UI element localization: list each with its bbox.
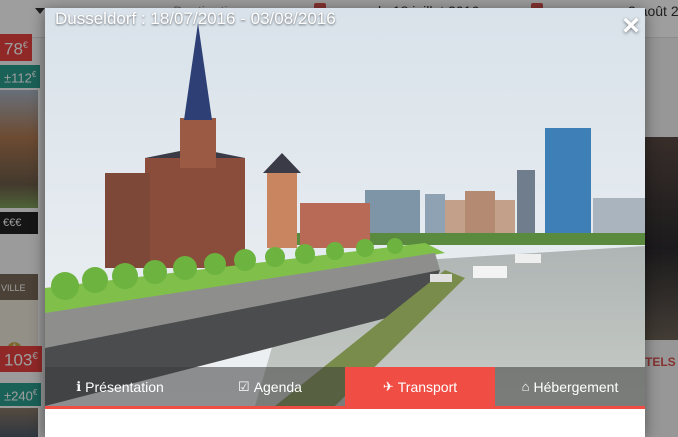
info-icon: ℹ xyxy=(76,378,82,394)
tab-label: Transport xyxy=(397,378,458,395)
tab-label: Agenda xyxy=(253,378,302,395)
calendar-check-icon: ☑ xyxy=(238,378,250,394)
city-panorama-photo: Dusseldorf : 18/07/2016 - 03/08/2016 × ℹ… xyxy=(45,8,645,406)
tab-label: Présentation xyxy=(85,378,164,395)
home-icon: ⌂ xyxy=(521,379,530,394)
city-panorama-illustration xyxy=(45,8,645,406)
modal-tabs: ℹ Présentation ☑ Agenda ✈ Transport ⌂ Hé… xyxy=(45,367,645,406)
tab-content-panel xyxy=(45,409,645,437)
modal-title: Dusseldorf : 18/07/2016 - 03/08/2016 xyxy=(55,9,336,28)
tab-hebergement[interactable]: ⌂ Hébergement xyxy=(495,367,645,406)
plane-icon: ✈ xyxy=(382,378,394,394)
tab-label: Hébergement xyxy=(533,378,619,395)
tab-agenda[interactable]: ☑ Agenda xyxy=(195,367,345,406)
destination-modal: Dusseldorf : 18/07/2016 - 03/08/2016 × ℹ… xyxy=(45,8,645,437)
tab-transport[interactable]: ✈ Transport xyxy=(345,367,495,406)
tab-presentation[interactable]: ℹ Présentation xyxy=(45,367,195,406)
close-button[interactable]: × xyxy=(619,11,643,41)
